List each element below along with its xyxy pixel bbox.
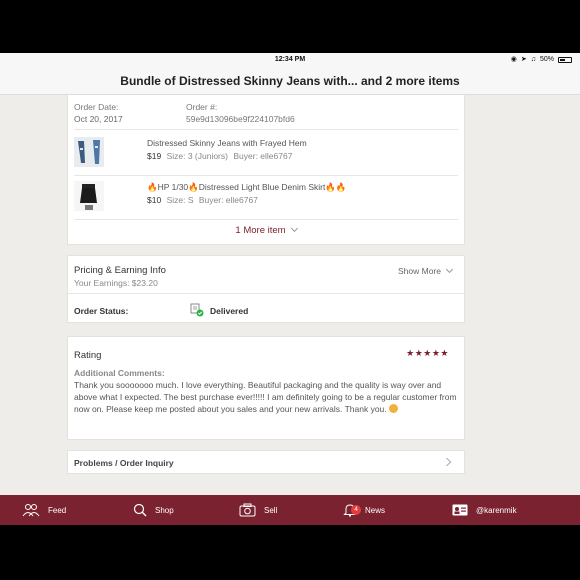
chevron-down-icon <box>290 224 298 233</box>
nav-bar: Bundle of Distressed Skinny Jeans with..… <box>0 67 580 95</box>
order-date-label: Order Date: <box>74 102 119 112</box>
chevron-right-icon <box>442 457 452 467</box>
order-date: Oct 20, 2017 <box>74 114 123 124</box>
rating-stars: ★★★★★ <box>406 348 449 358</box>
news-badge: 4 <box>351 505 361 515</box>
more-items-button[interactable]: 1 More item <box>68 224 464 236</box>
item-thumbnail[interactable] <box>74 137 104 167</box>
headphones-icon: ♫ <box>530 56 536 63</box>
item-thumbnail[interactable] <box>74 181 104 211</box>
item-meta: $19 Size: 3 (Juniors) Buyer: elle6767 <box>147 151 292 161</box>
tab-profile[interactable]: @karenmik <box>452 495 517 525</box>
item-size: Size: 3 (Juniors) <box>166 151 228 161</box>
status-indicators: ◉ ➤ ♫ 50% <box>511 56 572 63</box>
location-icon: ◉ <box>510 56 517 63</box>
item-price: $19 <box>147 151 162 161</box>
app-screen: 12:34 PM ◉ ➤ ♫ 50% Bundle of Distressed … <box>0 53 580 525</box>
item-buyer: Buyer: elle6767 <box>198 195 258 205</box>
pricing-title: Pricing & Earning Info <box>74 265 166 276</box>
order-date-block: Order Date: Oct 20, 2017 <box>74 101 123 125</box>
tab-sell-label: Sell <box>264 505 278 515</box>
show-more-button[interactable]: Show More <box>398 265 454 276</box>
heart-eyes-emoji-icon <box>389 404 399 413</box>
page-title: Bundle of Distressed Skinny Jeans with..… <box>120 74 460 88</box>
order-number-block: Order #: 59e9d13096be9f224107bfd6 <box>186 101 295 125</box>
item-title[interactable]: 🔥HP 1/30🔥Distressed Light Blue Denim Ski… <box>147 182 347 193</box>
order-number: 59e9d13096be9f224107bfd6 <box>186 114 295 124</box>
order-status-label: Order Status: <box>74 306 129 316</box>
tab-news[interactable]: 4 News <box>343 495 385 525</box>
comments-label: Additional Comments: <box>74 368 165 378</box>
show-more-label: Show More <box>398 266 441 276</box>
tab-feed-label: Feed <box>48 505 67 515</box>
item-buyer: Buyer: elle6767 <box>233 151 293 161</box>
item-title[interactable]: Distressed Skinny Jeans with Frayed Hem <box>147 138 307 148</box>
camera-icon <box>239 503 256 517</box>
list-item[interactable]: 🔥HP 1/30🔥Distressed Light Blue Denim Ski… <box>74 177 458 219</box>
battery-icon <box>558 56 572 63</box>
divider <box>74 129 458 130</box>
tab-bar: Feed Shop Sell 4 News @karenmik <box>0 495 580 525</box>
list-item[interactable]: Distressed Skinny Jeans with Frayed Hem … <box>74 133 458 175</box>
chevron-down-icon <box>445 265 454 274</box>
tab-shop-label: Shop <box>155 505 174 515</box>
rating-card: Rating ★★★★★ Additional Comments: Thank … <box>67 336 465 440</box>
earnings-text: Your Earnings: $23.20 <box>74 278 158 288</box>
item-size: Size: S <box>166 195 194 205</box>
status-bar: 12:34 PM ◉ ➤ ♫ 50% <box>0 53 580 67</box>
tab-sell[interactable]: Sell <box>239 495 277 525</box>
rating-title: Rating <box>74 350 102 361</box>
more-items-label: 1 More item <box>235 225 286 236</box>
tab-profile-label: @karenmik <box>476 505 517 515</box>
comments-body: Thank you sooooooo much. I love everythi… <box>74 380 457 414</box>
navigation-icon: ➤ <box>520 56 527 63</box>
comments-text: Thank you sooooooo much. I love everythi… <box>74 379 462 415</box>
feed-icon <box>22 504 40 517</box>
divider <box>74 219 458 220</box>
order-number-label: Order #: <box>186 102 218 112</box>
tab-shop[interactable]: Shop <box>133 495 174 525</box>
search-icon <box>133 503 147 517</box>
status-time: 12:34 PM <box>274 56 306 63</box>
problems-row[interactable]: Problems / Order Inquiry <box>67 450 465 474</box>
order-card: Order Date: Oct 20, 2017 Order #: 59e9d1… <box>67 95 465 245</box>
order-status-value: Delivered <box>210 306 249 316</box>
delivered-icon <box>190 303 204 317</box>
item-meta: $10 Size: S Buyer: elle6767 <box>147 195 258 205</box>
tab-feed[interactable]: Feed <box>22 495 66 525</box>
item-price: $10 <box>147 195 162 205</box>
problems-label: Problems / Order Inquiry <box>74 458 174 468</box>
battery-percent: 50% <box>539 56 554 63</box>
tab-news-label: News <box>365 505 386 515</box>
divider <box>74 175 458 176</box>
pricing-card: Pricing & Earning Info Your Earnings: $2… <box>67 255 465 323</box>
divider <box>68 293 464 294</box>
profile-card-icon <box>452 504 468 516</box>
